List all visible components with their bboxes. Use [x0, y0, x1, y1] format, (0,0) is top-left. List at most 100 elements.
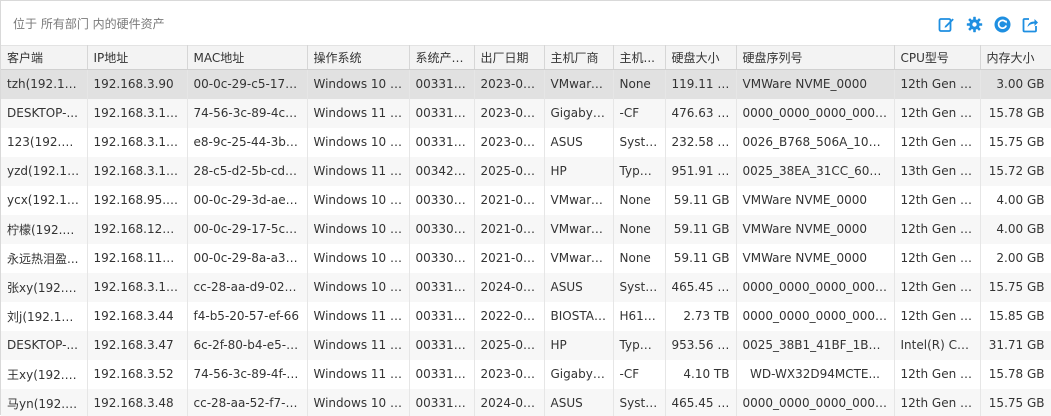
cell-vendor: BIOSTAR...	[544, 302, 613, 331]
cell-os: Windows 11 2...	[307, 302, 409, 331]
cell-disk-serial: VMWare NVME_0000	[736, 70, 894, 99]
table-row[interactable]: 123(192.16...192.168.3.104e8-9c-25-44-3b…	[1, 128, 1051, 157]
cell-product-key: 00331-1...	[409, 360, 474, 389]
cell-client: 柠檬(192.1...	[1, 215, 87, 244]
cell-product-key: 00331-1...	[409, 128, 474, 157]
cell-cpu-model: 13th Gen Int...	[894, 157, 980, 186]
cell-client: DESKTOP-...	[1, 331, 87, 360]
cell-os: Windows 11 2...	[307, 331, 409, 360]
column-header-product-key[interactable]: 系统产品...	[409, 46, 474, 70]
column-header-ip-address[interactable]: IP地址	[87, 46, 187, 70]
table-row[interactable]: 马yn(192.1...192.168.3.48cc-28-aa-52-f7-b…	[1, 389, 1051, 416]
cell-disk-serial: 0025_38B1_41BF_1B3D.;...	[736, 331, 894, 360]
cell-cpu-model: 12th Gen Int...	[894, 99, 980, 128]
cell-cpu-model: 12th Gen Int...	[894, 360, 980, 389]
cell-product-key: 00330-8...	[409, 186, 474, 215]
cell-memory-size: 15.72 GB	[980, 157, 1051, 186]
cell-product-key: 00331-1...	[409, 70, 474, 99]
cell-vendor: VMware,...	[544, 70, 613, 99]
column-header-memory-size[interactable]: 内存大小	[980, 46, 1051, 70]
cell-disk-size: 465.45 GB	[665, 389, 736, 416]
table-row[interactable]: 刘j(192.168...192.168.3.44f4-b5-20-57-ef-…	[1, 302, 1051, 331]
cell-host-model: None	[613, 244, 665, 273]
cell-cpu-model: 12th Gen Int...	[894, 244, 980, 273]
column-header-disk-size[interactable]: 硬盘大小	[665, 46, 736, 70]
table-row[interactable]: 永远热泪盈...192.168.118.1...00-0c-29-8a-a3-3…	[1, 244, 1051, 273]
cell-host-model: Syste...	[613, 389, 665, 416]
cell-disk-size: 119.11 GB	[665, 70, 736, 99]
cell-os: Windows 10 2...	[307, 128, 409, 157]
edit-icon[interactable]	[937, 15, 955, 33]
column-header-disk-serial[interactable]: 硬盘序列号	[736, 46, 894, 70]
cell-disk-size: 2.73 TB	[665, 302, 736, 331]
cell-mfg-date: 2024-04-...	[474, 273, 544, 302]
cell-ip-address: 192.168.3.47	[87, 331, 187, 360]
panel-header: 位于 所有部门 内的硬件资产	[1, 1, 1051, 45]
column-header-mfg-date[interactable]: 出厂日期	[474, 46, 544, 70]
cell-client: 王xy(192.1...	[1, 360, 87, 389]
cell-disk-serial: 0000_0000_0000_0000_...	[736, 99, 894, 128]
cell-client: 永远热泪盈...	[1, 244, 87, 273]
cell-client: DESKTOP-...	[1, 99, 87, 128]
cell-mfg-date: 2023-06-...	[474, 99, 544, 128]
table-row[interactable]: ycx(192.16...192.168.95.12800-0c-29-3d-a…	[1, 186, 1051, 215]
cell-memory-size: 4.00 GB	[980, 186, 1051, 215]
cell-disk-serial: 0025_38EA_31CC_6060.	[736, 157, 894, 186]
cell-mac-address: 00-0c-29-17-5c-b6	[187, 215, 307, 244]
cell-disk-serial: VMWare NVME_0000	[736, 215, 894, 244]
cell-ip-address: 192.168.121.1...	[87, 215, 187, 244]
cell-mfg-date: 2022-09-...	[474, 302, 544, 331]
cell-mfg-date: 2023-05-...	[474, 70, 544, 99]
cell-memory-size: 15.75 GB	[980, 389, 1051, 416]
table-row[interactable]: 王xy(192.1...192.168.3.5274-56-3c-89-4f-8…	[1, 360, 1051, 389]
cell-product-key: 00331-1...	[409, 273, 474, 302]
cell-cpu-model: 12th Gen Int...	[894, 128, 980, 157]
cell-mac-address: cc-28-aa-52-f7-bd	[187, 389, 307, 416]
table-row[interactable]: tzh(192.16...192.168.3.9000-0c-29-c5-17-…	[1, 70, 1051, 99]
asset-table-container: 客户端IP地址MAC地址操作系统系统产品...出厂日期主机厂商主机...硬盘大小…	[1, 45, 1051, 416]
table-row[interactable]: DESKTOP-...192.168.3.10674-56-3c-89-4c-5…	[1, 99, 1051, 128]
table-row[interactable]: DESKTOP-...192.168.3.476c-2f-80-b4-e5-dd…	[1, 331, 1051, 360]
cell-product-key: 00330-8...	[409, 215, 474, 244]
cell-memory-size: 15.78 GB	[980, 360, 1051, 389]
table-row[interactable]: 柠檬(192.1...192.168.121.1...00-0c-29-17-5…	[1, 215, 1051, 244]
asset-panel: 位于 所有部门 内的硬件资产	[0, 0, 1051, 415]
cell-mac-address: 6c-2f-80-b4-e5-dd	[187, 331, 307, 360]
cell-memory-size: 15.75 GB	[980, 128, 1051, 157]
cell-vendor: ASUS	[544, 273, 613, 302]
cell-product-key: 00330-8...	[409, 244, 474, 273]
column-header-client[interactable]: 客户端	[1, 46, 87, 70]
cell-mfg-date: 2021-08-...	[474, 215, 544, 244]
cell-ip-address: 192.168.95.128	[87, 186, 187, 215]
cell-os: Windows 10 2...	[307, 244, 409, 273]
export-icon[interactable]	[1021, 15, 1039, 33]
cell-client: 刘j(192.168...	[1, 302, 87, 331]
table-row[interactable]: 张xy(192.1...192.168.3.150cc-28-aa-d9-02-…	[1, 273, 1051, 302]
cell-disk-size: 953.56 GB	[665, 331, 736, 360]
cell-ip-address: 192.168.3.90	[87, 70, 187, 99]
cell-client: ycx(192.16...	[1, 186, 87, 215]
cell-host-model: H610...	[613, 302, 665, 331]
cell-mac-address: 28-c5-d2-5b-cd-7c	[187, 157, 307, 186]
cell-vendor: HP	[544, 331, 613, 360]
cell-os: Windows 10 2...	[307, 215, 409, 244]
cell-disk-size: 4.10 TB	[665, 360, 736, 389]
cell-disk-serial: 0026_B768_506A_1055.	[736, 128, 894, 157]
refresh-icon[interactable]	[993, 15, 1011, 33]
column-header-mac-address[interactable]: MAC地址	[187, 46, 307, 70]
cell-mac-address: cc-28-aa-d9-02-de	[187, 273, 307, 302]
column-header-host-model[interactable]: 主机...	[613, 46, 665, 70]
cell-mfg-date: 2023-06-...	[474, 128, 544, 157]
cell-ip-address: 192.168.3.104	[87, 128, 187, 157]
column-header-vendor[interactable]: 主机厂商	[544, 46, 613, 70]
cell-ip-address: 192.168.3.44	[87, 302, 187, 331]
table-row[interactable]: yzd(192.16...192.168.3.18728-c5-d2-5b-cd…	[1, 157, 1051, 186]
cell-os: Windows 10 2...	[307, 273, 409, 302]
column-header-os[interactable]: 操作系统	[307, 46, 409, 70]
cell-vendor: HP	[544, 157, 613, 186]
column-header-cpu-model[interactable]: CPU型号	[894, 46, 980, 70]
cell-vendor: Gigabyte...	[544, 99, 613, 128]
gear-icon[interactable]	[965, 15, 983, 33]
cell-disk-size: 59.11 GB	[665, 244, 736, 273]
cell-mfg-date: 2021-08-...	[474, 186, 544, 215]
